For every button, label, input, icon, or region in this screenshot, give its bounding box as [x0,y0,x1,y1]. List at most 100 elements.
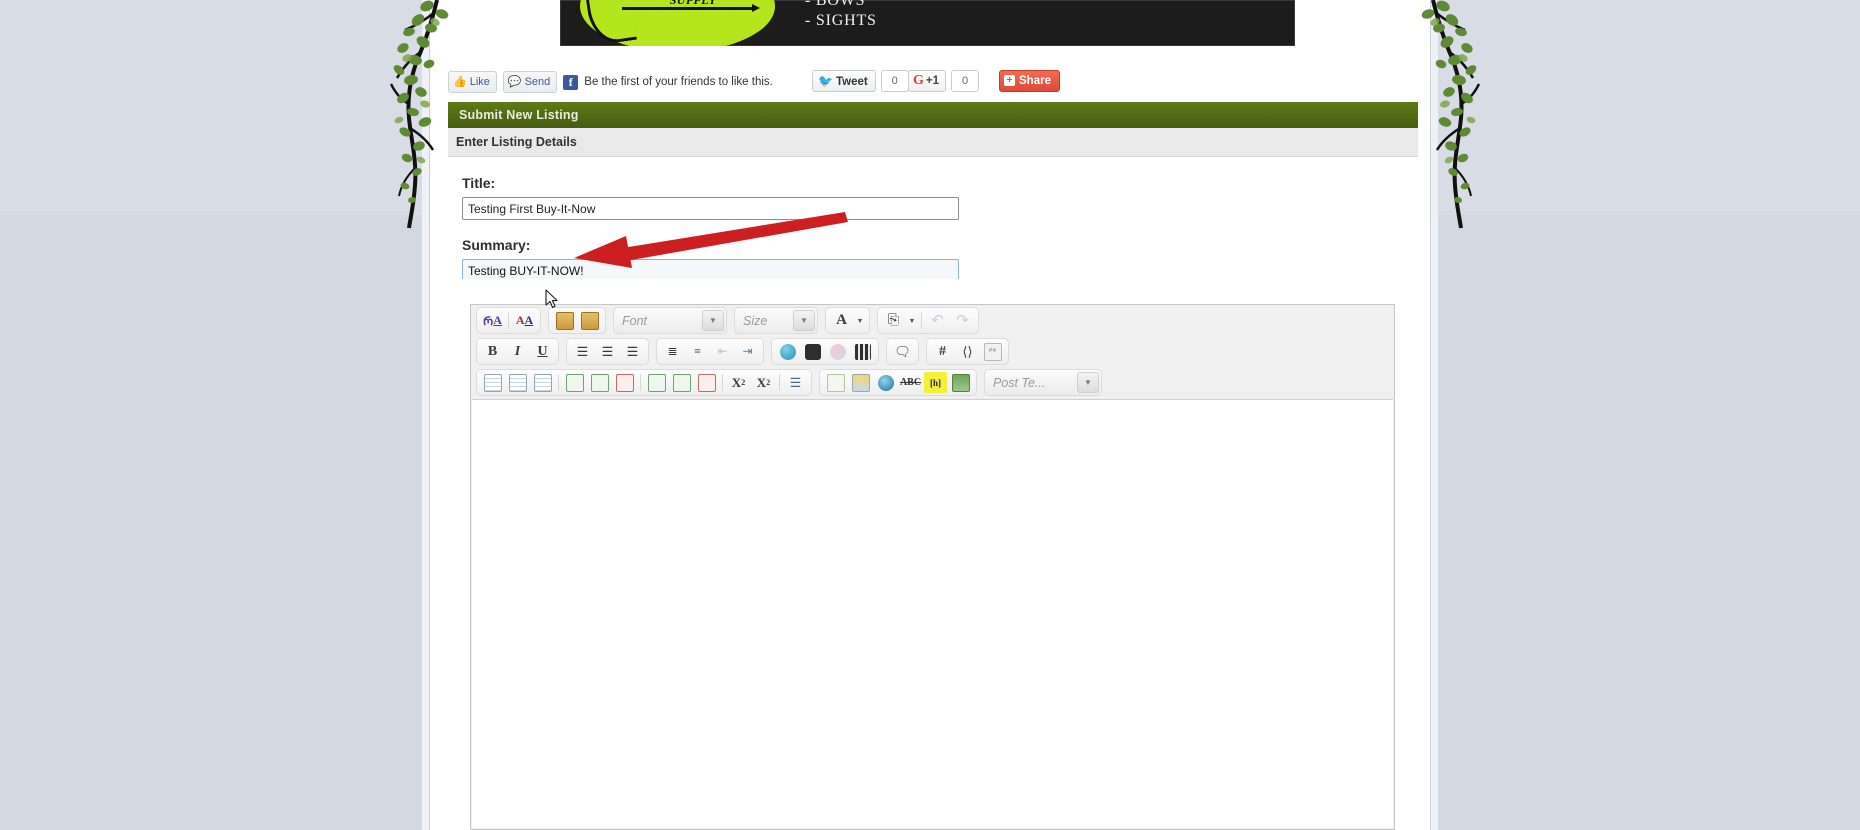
bullet-list-button[interactable]: ≡ [686,341,709,362]
toolbar-separator [779,374,780,391]
toolbar-group-text-color: A ▼ [825,307,870,334]
toolbar-separator [921,312,922,329]
tweet-button[interactable]: 🐦 Tweet [812,70,876,92]
plus-icon: + [1004,75,1015,86]
google-plus-one-button[interactable]: G +1 [908,70,947,92]
toolbar-group-media [771,338,879,365]
paste-from-word-icon[interactable] [578,310,601,331]
table-cell-icon[interactable] [531,372,554,393]
field-spacer [462,220,1404,237]
delete-column-icon[interactable] [695,372,718,393]
table-properties-icon[interactable] [506,372,529,393]
camera-icon[interactable] [801,341,824,362]
share-label: Share [1019,75,1051,87]
align-center-button[interactable]: ☰ [596,341,619,362]
chevron-down-icon[interactable]: ▼ [855,310,865,331]
insert-column-after-icon[interactable] [670,372,693,393]
post-template-dropdown[interactable]: Post Te... ▼ [984,369,1102,396]
bold-button[interactable]: B [481,341,504,362]
facebook-f-icon: f [563,74,579,90]
logo-line-3: SUPPLY [669,0,717,7]
facebook-like-button[interactable]: 👍 Like [448,71,497,93]
source-code-button[interactable]: ⟨⟩ [956,341,979,362]
summary-input[interactable] [462,259,959,279]
title-input[interactable] [462,197,959,220]
paste-icon[interactable] [553,310,576,331]
redo-icon[interactable]: ↷ [951,310,974,331]
outdent-button[interactable]: ⇤ [711,341,734,362]
page-break-icon[interactable] [824,372,847,393]
post-template-label: Post Te... [993,375,1046,390]
summary-field-clip-wrapper [462,259,959,279]
toolbar-group-style: B I U [476,338,559,365]
superscript-button[interactable]: X2 [752,372,775,393]
twitter-bird-icon: 🐦 [818,74,833,88]
align-left-button[interactable]: ☰ [571,341,594,362]
align-right-button[interactable]: ☰ [621,341,644,362]
chevron-down-icon: ▼ [1077,372,1099,393]
italic-button[interactable]: I [506,341,529,362]
font-dropdown-label: Font [622,313,648,328]
editor-toolbar-row-3: X2 X2 ☰ ABC [h] Post Te... ▼ [471,367,1394,398]
tweet-count: 0 [880,70,909,92]
chevron-down-icon: ▼ [793,310,815,331]
toolbar-group-table: X2 X2 ☰ [476,369,812,396]
image-icon[interactable] [826,341,849,362]
insert-column-before-icon[interactable] [645,372,668,393]
link-globe-icon[interactable] [776,341,799,362]
quote-bubble-icon[interactable]: 🗨 [891,341,914,362]
indent-button[interactable]: ⇥ [736,341,759,362]
font-size-dropdown[interactable]: Size ▼ [734,307,818,334]
summary-field-label: Summary: [462,237,531,253]
underline-button[interactable]: U [531,341,554,362]
flash-media-icon[interactable] [949,372,972,393]
insert-row-before-icon[interactable] [563,372,586,393]
google-plus-group: G +1 0 [908,70,980,92]
toolbar-separator [722,374,723,391]
numbered-list-button[interactable]: ≣ [661,341,684,362]
banner-item-bows: - BOWS [805,0,866,9]
facebook-send-button[interactable]: 💬 Send [502,71,558,93]
video-icon[interactable] [851,341,874,362]
google-plus-count: 0 [951,70,980,92]
insert-row-after-icon[interactable] [588,372,611,393]
remove-format-icon[interactable]: АA [513,310,536,331]
highlight-button[interactable]: [h] [924,372,947,393]
facebook-like-caption: Be the first of your friends to like thi… [584,76,773,88]
google-g-icon: G [913,73,924,88]
title-field-label: Title: [462,175,496,191]
listing-form: Title: Summary: [448,157,1418,279]
font-family-dropdown[interactable]: Font ▼ [613,307,727,334]
toolbar-group-lists: ≣ ≡ ⇤ ⇥ [656,338,764,365]
site-banner: MOOSEMEAT ARCHERY SUPPLY - BOWS - SIGHTS [560,0,1295,46]
hash-button[interactable]: # [931,341,954,362]
text-color-button[interactable]: A [830,310,853,331]
facebook-send-label: Send [524,76,551,88]
toolbar-group-align: ☰ ☰ ☰ [566,338,649,365]
send-message-icon: 💬 [507,76,522,88]
thumbs-up-icon: 👍 [453,76,467,88]
google-plus-one-label: +1 [925,75,940,87]
attachment-icon[interactable]: ⎘ [882,310,905,331]
undo-icon[interactable]: ↶ [926,310,949,331]
toolbar-group-insert: ABC [h] [819,369,977,396]
chevron-down-icon: ▼ [702,310,724,331]
share-button[interactable]: + Share [999,70,1060,92]
facebook-like-label: Like [469,76,490,88]
size-dropdown-label: Size [743,313,768,328]
rich-text-editor: ᲠA АA Font ▼ Size ▼ A ▼ ⎘ ▼ ↶ ↷ B I U ☰ … [470,304,1395,830]
horizontal-rule-button[interactable]: ☰ [784,372,807,393]
strikethrough-button[interactable]: ABC [899,372,922,393]
toolbar-group-quote: 🗨 [886,338,919,365]
subscript-button[interactable]: X2 [727,372,750,393]
spellcheck-icon[interactable]: ᲠA [481,310,504,331]
chevron-down-icon[interactable]: ▼ [907,310,917,331]
toolbar-group-spelling: ᲠA АA [476,307,541,334]
media-disc-icon[interactable] [874,372,897,393]
editor-content-area[interactable] [472,399,1393,828]
insert-table-icon[interactable] [481,372,504,393]
smiley-image-icon[interactable] [849,372,872,393]
editor-toolbar-row-2: B I U ☰ ☰ ☰ ≣ ≡ ⇤ ⇥ 🗨 # ⟨⟩ php [471,336,1394,367]
php-file-icon[interactable]: php [981,341,1004,362]
delete-row-icon[interactable] [613,372,636,393]
